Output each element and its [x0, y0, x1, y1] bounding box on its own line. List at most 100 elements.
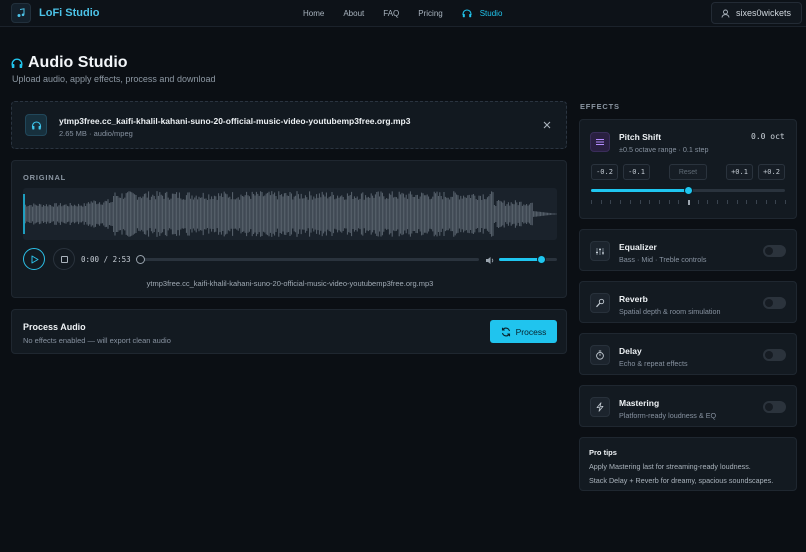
- stop-icon: [60, 255, 68, 263]
- scale-tick: [717, 200, 719, 204]
- refresh-icon: [501, 327, 510, 336]
- playback-time: 0:00 / 2:53: [81, 255, 131, 264]
- remove-file-button[interactable]: [541, 119, 553, 131]
- scale-tick: [658, 200, 660, 204]
- scale-tick: [629, 200, 631, 204]
- player-section-label: ORIGINAL: [23, 173, 67, 182]
- page-subtitle: Upload audio, apply effects, process and…: [12, 74, 216, 84]
- scale-tick: [610, 200, 612, 204]
- top-nav: LoFi Studio Home About FAQ Pricing Studi…: [0, 0, 806, 27]
- scale-tick: [785, 200, 786, 204]
- pitch-slider[interactable]: [591, 186, 785, 195]
- seek-handle[interactable]: [136, 255, 145, 264]
- nav-link-about[interactable]: About: [343, 9, 364, 18]
- process-button-label: Process: [515, 326, 547, 337]
- scale-tick: [736, 200, 738, 204]
- waveform[interactable]: [23, 188, 557, 240]
- reverb-subtitle: Spatial depth & room simulation: [619, 307, 721, 316]
- pitch-shift-card: Pitch Shift ±0.5 octave range · 0.1 step…: [579, 119, 797, 219]
- lightning-icon: [590, 397, 610, 417]
- delay-subtitle: Echo & repeat effects: [619, 359, 688, 368]
- pitch-slider-fill: [591, 189, 688, 192]
- nav-link-pricing[interactable]: Pricing: [418, 9, 442, 18]
- headphones-icon: [462, 9, 472, 18]
- process-button[interactable]: Process: [490, 320, 557, 343]
- toggle-knob: [765, 247, 773, 255]
- volume-fill: [499, 258, 541, 261]
- player-file-name: ytmp3free.cc_kaifi-khalil-kahani-suno-20…: [146, 279, 434, 288]
- pitch-slider-handle[interactable]: [684, 186, 693, 195]
- equalizer-card: Equalizer Bass · Mid · Treble controls: [579, 229, 797, 271]
- scale-tick: [775, 200, 777, 204]
- timer-icon: [590, 345, 610, 365]
- volume-handle[interactable]: [536, 255, 546, 264]
- pitch-minus-0-1-button[interactable]: -0.1: [623, 164, 650, 180]
- pitch-reset-button[interactable]: Reset: [669, 164, 707, 180]
- equalizer-title: Equalizer: [619, 242, 657, 252]
- scale-tick: [591, 200, 592, 204]
- mastering-toggle[interactable]: [763, 401, 786, 413]
- original-player-card: ORIGINAL 0:00 / 2:53 ytmp3free.cc_kaifi-…: [11, 160, 567, 298]
- scale-tick: [668, 200, 670, 204]
- scale-tick: [707, 200, 709, 204]
- effects-section-label: EFFECTS: [580, 102, 620, 111]
- volume-icon[interactable]: [485, 254, 495, 268]
- scale-tick: [688, 200, 690, 205]
- nav-link-studio[interactable]: Studio: [462, 9, 503, 18]
- reverb-toggle[interactable]: [763, 297, 786, 309]
- brand-logo[interactable]: LoFi Studio: [11, 3, 99, 23]
- microphone-icon: [590, 293, 610, 313]
- process-audio-card: Process Audio No effects enabled — will …: [11, 309, 567, 354]
- nav-link-studio-label: Studio: [479, 9, 503, 18]
- nav-link-faq[interactable]: FAQ: [383, 9, 399, 18]
- file-meta: 2.65 MB · audio/mpeg: [59, 129, 133, 138]
- process-subtitle: No effects enabled — will export clean a…: [23, 336, 171, 345]
- scale-tick: [649, 200, 651, 204]
- pitch-scale-ticks: [591, 200, 786, 208]
- uploaded-file-card: ytmp3free.cc_kaifi-khalil-kahani-suno-20…: [11, 101, 567, 149]
- volume-slider[interactable]: [499, 255, 557, 264]
- pitch-minus-0-2-button[interactable]: -0.2: [591, 164, 618, 180]
- page-title: Audio Studio: [11, 54, 128, 72]
- mastering-title: Mastering: [619, 398, 660, 408]
- music-note-icon: [11, 3, 31, 23]
- scale-tick: [746, 200, 748, 204]
- pro-tips-title: Pro tips: [589, 448, 617, 457]
- seek-bar[interactable]: [136, 255, 479, 264]
- equalizer-icon: [590, 241, 610, 261]
- pitch-plus-0-2-button[interactable]: +0.2: [758, 164, 785, 180]
- reverb-card: Reverb Spatial depth & room simulation: [579, 281, 797, 323]
- scale-tick: [765, 200, 767, 204]
- delay-toggle[interactable]: [763, 349, 786, 361]
- pitch-plus-0-1-button[interactable]: +0.1: [726, 164, 753, 180]
- scale-tick: [678, 200, 680, 204]
- delay-title: Delay: [619, 346, 642, 356]
- scale-tick: [639, 200, 641, 204]
- process-title: Process Audio: [23, 322, 86, 332]
- brand-name: LoFi Studio: [39, 7, 100, 19]
- waveform-graphic: [23, 191, 557, 237]
- pitch-shift-value: 0.0 oct: [751, 132, 785, 141]
- pro-tip-line: Stack Delay + Reverb for dreamy, spaciou…: [589, 476, 774, 485]
- equalizer-subtitle: Bass · Mid · Treble controls: [619, 255, 707, 264]
- headphones-icon: [11, 58, 23, 68]
- scale-tick: [755, 200, 757, 204]
- sliders-icon: [590, 132, 610, 152]
- nav-link-home[interactable]: Home: [303, 9, 324, 18]
- nav-links: Home About FAQ Pricing Studio: [303, 0, 521, 27]
- file-name: ytmp3free.cc_kaifi-khalil-kahani-suno-20…: [59, 116, 411, 126]
- page-title-text: Audio Studio: [28, 54, 128, 71]
- pitch-shift-subtitle: ±0.5 octave range · 0.1 step: [619, 145, 709, 154]
- play-button[interactable]: [23, 248, 45, 270]
- pitch-shift-title: Pitch Shift: [619, 132, 662, 142]
- user-menu-button[interactable]: sixes0wickets: [711, 2, 802, 24]
- stop-button[interactable]: [53, 248, 75, 270]
- user-icon: [721, 9, 730, 18]
- audio-file-icon: [25, 114, 47, 136]
- pro-tip-line: Apply Mastering last for streaming-ready…: [589, 462, 751, 471]
- equalizer-toggle[interactable]: [763, 245, 786, 257]
- mastering-subtitle: Platform-ready loudness & EQ: [619, 411, 717, 420]
- pro-tips-card: Pro tips Apply Mastering last for stream…: [579, 437, 797, 491]
- mastering-card: Mastering Platform-ready loudness & EQ: [579, 385, 797, 427]
- play-icon: [31, 255, 38, 263]
